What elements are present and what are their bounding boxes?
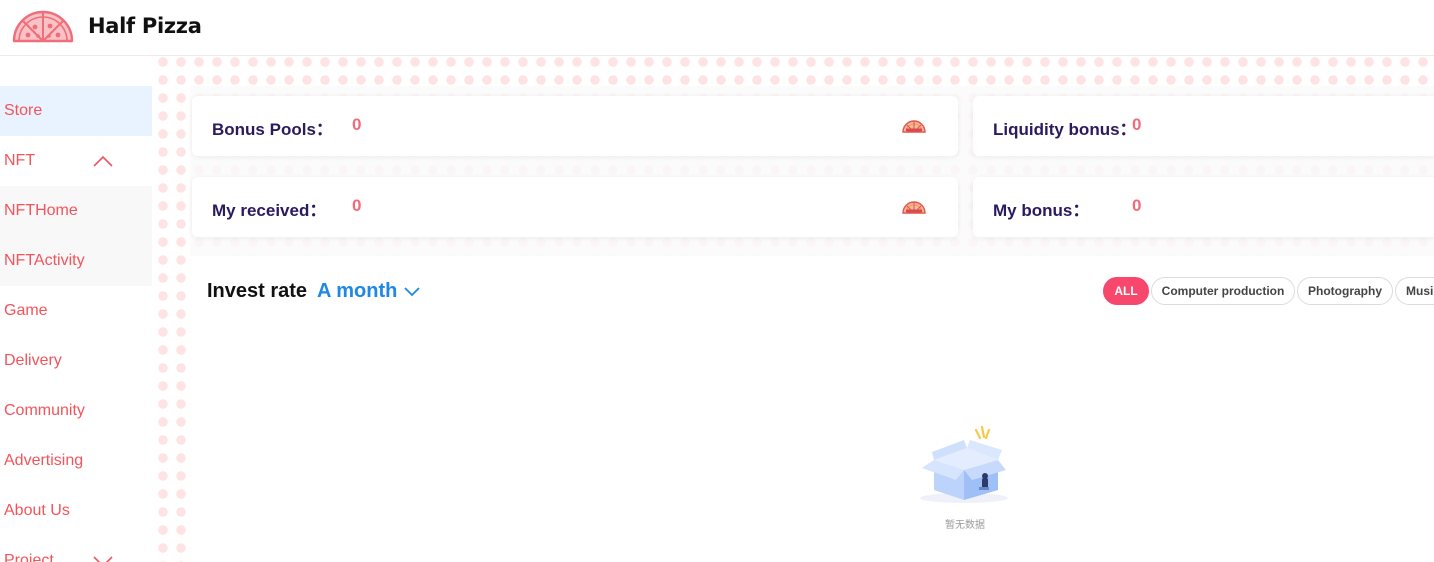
bonus-pools-value: 0	[352, 115, 362, 134]
pizza-logo-icon[interactable]	[12, 9, 74, 43]
sidebar-item-community[interactable]: Community	[0, 386, 152, 436]
sidebar-item-label: Store	[4, 102, 43, 119]
empty-state-text: 暂无数据	[945, 520, 985, 531]
sidebar-item-advertising[interactable]: Advertising	[0, 436, 152, 486]
chevron-down-icon[interactable]	[403, 283, 421, 299]
sidebar-item-label: Project	[4, 552, 54, 562]
bonus-pools-label: Bonus Pools：	[212, 120, 333, 139]
sidebar-item-delivery[interactable]: Delivery	[0, 336, 152, 386]
sidebar-item-label: About Us	[4, 502, 70, 519]
period-select[interactable]: A month	[317, 280, 397, 303]
app-title: Half Pizza	[88, 14, 202, 38]
sidebar-item-project[interactable]: Project	[0, 536, 152, 562]
sidebar-item-about-us[interactable]: About Us	[0, 486, 152, 536]
my-bonus-card: My bonus： 0	[973, 177, 1434, 237]
filter-chip-music[interactable]: Musi	[1395, 277, 1434, 305]
filter-chip-photography[interactable]: Photography	[1297, 277, 1393, 305]
sidebar-item-nfthome[interactable]: NFTHome	[0, 186, 152, 236]
my-bonus-label: My bonus：	[993, 201, 1090, 220]
sidebar-item-store[interactable]: Store	[0, 86, 152, 136]
sidebar-item-nft[interactable]: NFT	[0, 136, 152, 186]
top-header: Half Pizza	[0, 0, 1434, 56]
liquidity-bonus-card: Liquidity bonus： 0	[973, 96, 1434, 156]
liquidity-bonus-label: Liquidity bonus：	[993, 120, 1137, 139]
chevron-down-icon	[93, 556, 113, 562]
sidebar-item-label: Game	[4, 302, 48, 319]
my-received-label: My received：	[212, 201, 327, 220]
invest-rate-title: Invest rate	[207, 280, 308, 302]
bonus-pools-card: Bonus Pools： 0	[192, 96, 958, 156]
chevron-up-icon	[93, 155, 113, 167]
sidebar-item-label: NFT	[4, 152, 36, 169]
sidebar-nav: Store NFT NFTHome NFTActivity Game Deliv…	[0, 56, 152, 562]
sidebar-item-label: Advertising	[4, 452, 84, 469]
liquidity-bonus-value: 0	[1132, 115, 1142, 134]
my-received-card: My received： 0	[192, 177, 958, 237]
sidebar-item-label: Community	[4, 402, 85, 419]
filter-chip-all[interactable]: ALL	[1103, 277, 1149, 305]
sidebar-item-nftactivity[interactable]: NFTActivity	[0, 236, 152, 286]
sidebar-item-game[interactable]: Game	[0, 286, 152, 336]
empty-box-icon	[920, 425, 1008, 503]
sidebar-item-label: NFTHome	[4, 202, 78, 219]
sidebar-item-label: NFTActivity	[4, 252, 85, 269]
my-received-value: 0	[352, 196, 362, 215]
sidebar-item-label: Delivery	[4, 352, 62, 369]
half-pizza-icon	[902, 120, 926, 133]
half-pizza-icon	[902, 201, 926, 214]
filter-chip-computer-production[interactable]: Computer production	[1151, 277, 1295, 305]
my-bonus-value: 0	[1132, 196, 1142, 215]
